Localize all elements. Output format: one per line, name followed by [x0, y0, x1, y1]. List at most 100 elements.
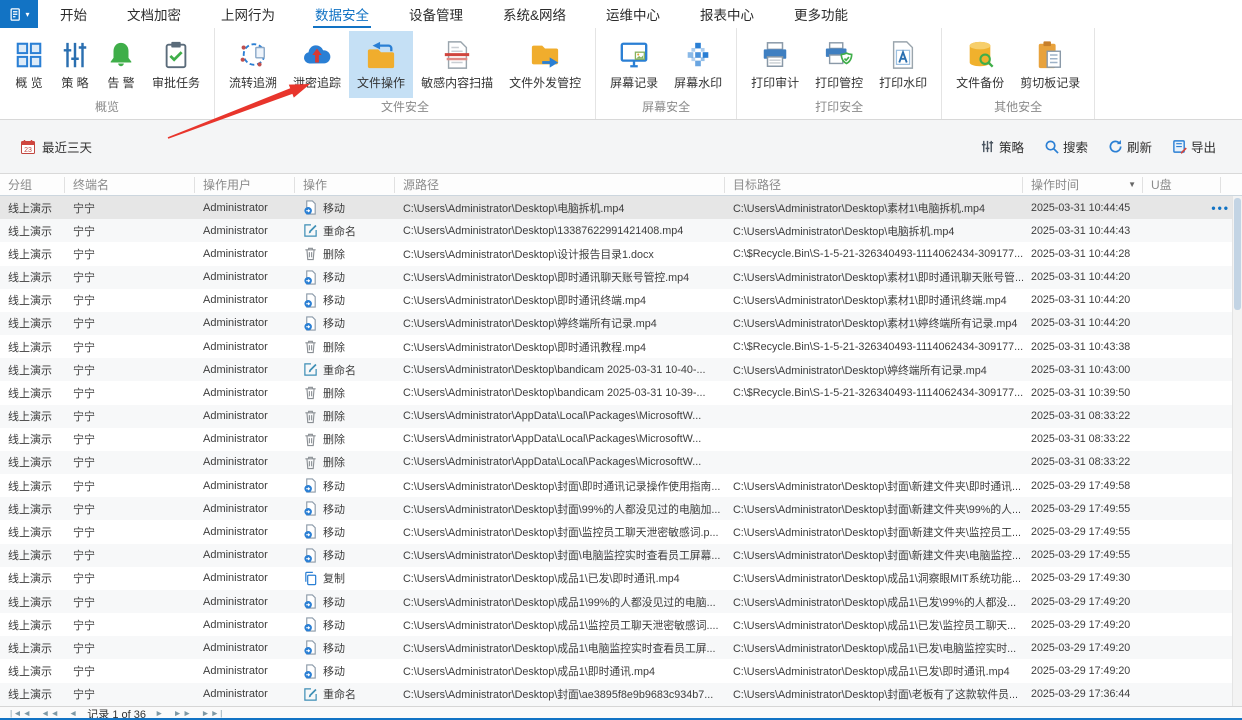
app-menu-button[interactable]: ▾: [0, 0, 38, 28]
column-header-操作时间[interactable]: 操作时间▼: [1023, 177, 1143, 193]
ribbon-item-概览[interactable]: 概 览: [6, 31, 52, 98]
tab-设备管理[interactable]: 设备管理: [407, 0, 465, 28]
date-range-filter[interactable]: 23 最近三天: [20, 137, 92, 156]
table-row[interactable]: 线上演示宁宁Administrator删除C:\Users\Administra…: [0, 451, 1242, 474]
tab-文档加密[interactable]: 文档加密: [125, 0, 183, 28]
table-row[interactable]: 线上演示宁宁Administrator删除C:\Users\Administra…: [0, 428, 1242, 451]
column-header-U盘[interactable]: U盘: [1143, 177, 1221, 193]
table-row[interactable]: 线上演示宁宁Administrator移动C:\Users\Administra…: [0, 196, 1242, 219]
column-header-目标路径[interactable]: 目标路径: [725, 177, 1023, 193]
cell-操作时间: 2025-03-31 10:44:45: [1023, 196, 1143, 219]
table-row[interactable]: 线上演示宁宁Administrator移动C:\Users\Administra…: [0, 636, 1242, 659]
op-delete-icon: [303, 432, 318, 447]
ribbon-item-label: 文件操作: [357, 74, 405, 91]
table-row[interactable]: 线上演示宁宁Administrator移动C:\Users\Administra…: [0, 520, 1242, 543]
cell-分组: 线上演示: [0, 474, 65, 497]
ribbon-item-打印审计[interactable]: 打印审计: [743, 31, 807, 98]
cell-操作用户: Administrator: [195, 289, 295, 312]
ribbon-item-打印水印[interactable]: 打印水印: [871, 31, 935, 98]
cell-操作: 移动: [295, 474, 395, 497]
nav-fast-next-button[interactable]: ►►: [173, 709, 192, 718]
ribbon-item-泄密追踪[interactable]: 泄密追踪: [285, 31, 349, 98]
cell-分组: 线上演示: [0, 381, 65, 404]
ribbon-item-策略[interactable]: 策 略: [52, 31, 98, 98]
cell-目标路径: C:\Users\Administrator\Desktop\封面\新建文件夹\…: [725, 497, 1023, 520]
搜索-button[interactable]: 搜索: [1044, 137, 1088, 156]
ribbon-item-敏感内容扫描[interactable]: 敏感内容扫描: [413, 31, 501, 98]
table-row[interactable]: 线上演示宁宁Administrator删除C:\Users\Administra…: [0, 381, 1242, 404]
op-move-icon: [303, 293, 318, 308]
table-row[interactable]: 线上演示宁宁Administrator移动C:\Users\Administra…: [0, 474, 1242, 497]
cell-操作用户: Administrator: [195, 613, 295, 636]
ribbon-item-打印管控[interactable]: 打印管控: [807, 31, 871, 98]
op-move-icon: [303, 524, 318, 539]
table-row[interactable]: 线上演示宁宁Administrator删除C:\Users\Administra…: [0, 335, 1242, 358]
table-row[interactable]: 线上演示宁宁Administrator移动C:\Users\Administra…: [0, 289, 1242, 312]
table-row[interactable]: 线上演示宁宁Administrator重命名C:\Users\Administr…: [0, 358, 1242, 381]
column-header-分组[interactable]: 分组: [0, 177, 65, 193]
column-header-操作[interactable]: 操作: [295, 177, 395, 193]
cell-U盘: [1143, 405, 1221, 428]
operation-label: 移动: [323, 547, 345, 563]
tab-报表中心[interactable]: 报表中心: [698, 0, 756, 28]
ribbon-item-文件操作[interactable]: 文件操作: [349, 31, 413, 98]
table-row[interactable]: 线上演示宁宁Administrator重命名C:\Users\Administr…: [0, 683, 1242, 706]
sort-caret-icon[interactable]: ▼: [1128, 180, 1136, 189]
table-row[interactable]: 线上演示宁宁Administrator删除C:\Users\Administra…: [0, 242, 1242, 265]
ribbon-item-屏幕水印[interactable]: 屏幕水印: [666, 31, 730, 98]
table-row[interactable]: 线上演示宁宁Administrator移动C:\Users\Administra…: [0, 659, 1242, 682]
nav-prev-button[interactable]: ◄: [69, 709, 78, 718]
刷新-button[interactable]: 刷新: [1108, 137, 1152, 156]
cell-源路径: C:\Users\Administrator\Desktop\封面\ae3895…: [395, 683, 725, 706]
table-row[interactable]: 线上演示宁宁Administrator移动C:\Users\Administra…: [0, 266, 1242, 289]
action-label: 导出: [1191, 137, 1216, 156]
column-header-终端名[interactable]: 终端名: [65, 177, 195, 193]
column-header-操作用户[interactable]: 操作用户: [195, 177, 295, 193]
ribbon-item-剪切板记录[interactable]: 剪切板记录: [1012, 31, 1088, 98]
table-row[interactable]: 线上演示宁宁Administrator移动C:\Users\Administra…: [0, 544, 1242, 567]
nav-next-button[interactable]: ►: [155, 709, 164, 718]
ribbon-item-流转追溯[interactable]: 流转追溯: [221, 31, 285, 98]
ribbon-item-审批任务[interactable]: 审批任务: [144, 31, 208, 98]
cell-操作用户: Administrator: [195, 428, 295, 451]
nav-last-button[interactable]: ►►|: [201, 709, 223, 718]
cell-U盘: [1143, 497, 1221, 520]
cell-操作时间: 2025-03-31 10:44:43: [1023, 219, 1143, 242]
cell-源路径: C:\Users\Administrator\Desktop\设计报告目录1.d…: [395, 242, 725, 265]
cell-操作时间: 2025-03-29 17:49:58: [1023, 474, 1143, 497]
tab-更多功能[interactable]: 更多功能: [792, 0, 850, 28]
ribbon-item-文件备份[interactable]: 文件备份: [948, 31, 1012, 98]
ribbon-item-文件外发管控[interactable]: 文件外发管控: [501, 31, 589, 98]
tab-运维中心[interactable]: 运维中心: [604, 0, 662, 28]
table-row[interactable]: 线上演示宁宁Administrator移动C:\Users\Administra…: [0, 312, 1242, 335]
tab-系统&网络[interactable]: 系统&网络: [501, 0, 568, 28]
row-more-menu-button[interactable]: •••: [1211, 196, 1230, 219]
table-row[interactable]: 线上演示宁宁Administrator移动C:\Users\Administra…: [0, 590, 1242, 613]
ribbon-item-屏幕记录[interactable]: 屏幕记录: [602, 31, 666, 98]
cell-源路径: C:\Users\Administrator\Desktop\成品1\即时通讯.…: [395, 659, 725, 682]
ribbon-item-告警[interactable]: 告 警: [98, 31, 144, 98]
table-row[interactable]: 线上演示宁宁Administrator复制C:\Users\Administra…: [0, 567, 1242, 590]
导出-button[interactable]: 导出: [1172, 137, 1216, 156]
scrollbar-thumb[interactable]: [1234, 198, 1241, 310]
op-delete-icon: [303, 246, 318, 261]
ribbon-group-items: 屏幕记录屏幕水印: [599, 28, 733, 98]
table-row[interactable]: 线上演示宁宁Administrator删除C:\Users\Administra…: [0, 405, 1242, 428]
table-row[interactable]: 线上演示宁宁Administrator重命名C:\Users\Administr…: [0, 219, 1242, 242]
table-row[interactable]: 线上演示宁宁Administrator移动C:\Users\Administra…: [0, 497, 1242, 520]
tab-上网行为[interactable]: 上网行为: [219, 0, 277, 28]
tab-数据安全[interactable]: 数据安全: [313, 0, 371, 28]
nav-fast-prev-button[interactable]: ◄◄: [41, 709, 60, 718]
column-header-源路径[interactable]: 源路径: [395, 177, 725, 193]
tab-开始[interactable]: 开始: [58, 0, 89, 28]
cell-操作: 移动: [295, 590, 395, 613]
table-row[interactable]: 线上演示宁宁Administrator移动C:\Users\Administra…: [0, 613, 1242, 636]
策略-button[interactable]: 策略: [980, 137, 1024, 156]
cell-目标路径: C:\Users\Administrator\Desktop\封面\新建文件夹\…: [725, 544, 1023, 567]
cell-源路径: C:\Users\Administrator\Desktop\即时通讯终端.mp…: [395, 289, 725, 312]
cell-操作用户: Administrator: [195, 312, 295, 335]
vertical-scrollbar[interactable]: [1232, 196, 1242, 706]
nav-first-button[interactable]: |◄◄: [10, 709, 32, 718]
cell-源路径: C:\Users\Administrator\Desktop\封面\即时通讯记录…: [395, 474, 725, 497]
ribbon-group-打印安全: 打印审计打印管控打印水印打印安全: [737, 28, 942, 119]
